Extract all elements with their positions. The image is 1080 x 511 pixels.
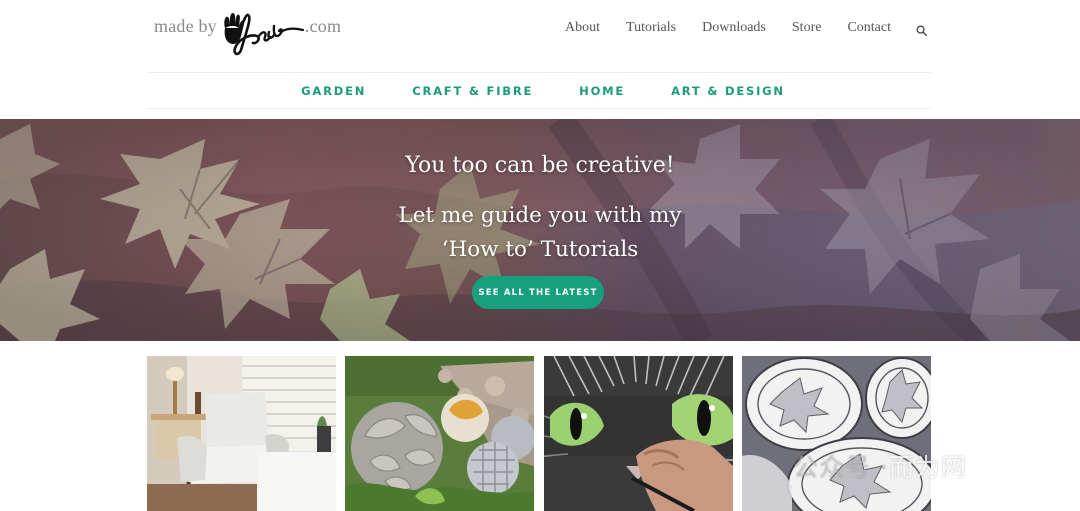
tutorial-thumbnail-armchair[interactable] <box>147 356 336 511</box>
search-button[interactable] <box>916 21 930 36</box>
watermark: 公众号 · 而为网 <box>793 449 967 483</box>
hero-title: You too can be creative! <box>405 153 675 178</box>
leaf-bowls-photo <box>742 356 931 511</box>
logo-suffix: .com <box>304 15 342 36</box>
nav-link-store[interactable]: Store <box>792 20 822 36</box>
hero-banner: You too can be creative! Let me guide yo… <box>0 119 1080 341</box>
hero-subtitle-line-1: Let me guide you with my <box>398 203 682 228</box>
category-divider <box>148 108 931 109</box>
armchair-room-photo <box>147 356 336 511</box>
watermark-prefix: 公众号 · <box>793 453 889 482</box>
category-link-art-design[interactable]: ART & DESIGN <box>671 84 785 98</box>
featured-tutorials-grid <box>147 356 931 511</box>
nav-link-contact[interactable]: Contact <box>847 20 891 36</box>
signature-hand-logo-icon <box>224 13 304 56</box>
tutorial-thumbnail-leaf-bowls[interactable] <box>742 356 931 511</box>
header-divider <box>148 72 931 73</box>
logo-prefix: made by <box>154 15 217 36</box>
see-all-latest-button[interactable]: SEE ALL THE LATEST <box>472 276 604 309</box>
search-icon <box>916 25 927 36</box>
hero-subtitle: Let me guide you with my ‘How to’ Tutori… <box>0 199 1080 267</box>
tutorial-thumbnail-garden-spheres[interactable] <box>345 356 534 511</box>
garden-leaf-spheres-photo <box>345 356 534 511</box>
tutorial-thumbnail-cat-painting[interactable] <box>544 356 733 511</box>
category-link-home[interactable]: HOME <box>579 84 625 98</box>
category-link-craft-fibre[interactable]: CRAFT & FIBRE <box>412 84 533 98</box>
hero-subtitle-line-2: ‘How to’ Tutorials <box>441 237 639 262</box>
watermark-text: 而为网 <box>888 453 967 482</box>
site-header: made by .com About Tutorials Downloads S… <box>0 0 1080 70</box>
site-logo[interactable]: made by .com <box>154 6 341 58</box>
hero-content: You too can be creative! Let me guide yo… <box>0 119 1080 341</box>
top-navigation: About Tutorials Downloads Store Contact <box>539 20 930 36</box>
category-link-garden[interactable]: GARDEN <box>301 84 366 98</box>
cat-painting-photo <box>544 356 733 511</box>
category-navigation: GARDEN CRAFT & FIBRE HOME ART & DESIGN <box>0 74 1080 108</box>
nav-link-about[interactable]: About <box>565 20 600 36</box>
nav-link-downloads[interactable]: Downloads <box>702 20 766 36</box>
nav-link-tutorials[interactable]: Tutorials <box>626 20 676 36</box>
